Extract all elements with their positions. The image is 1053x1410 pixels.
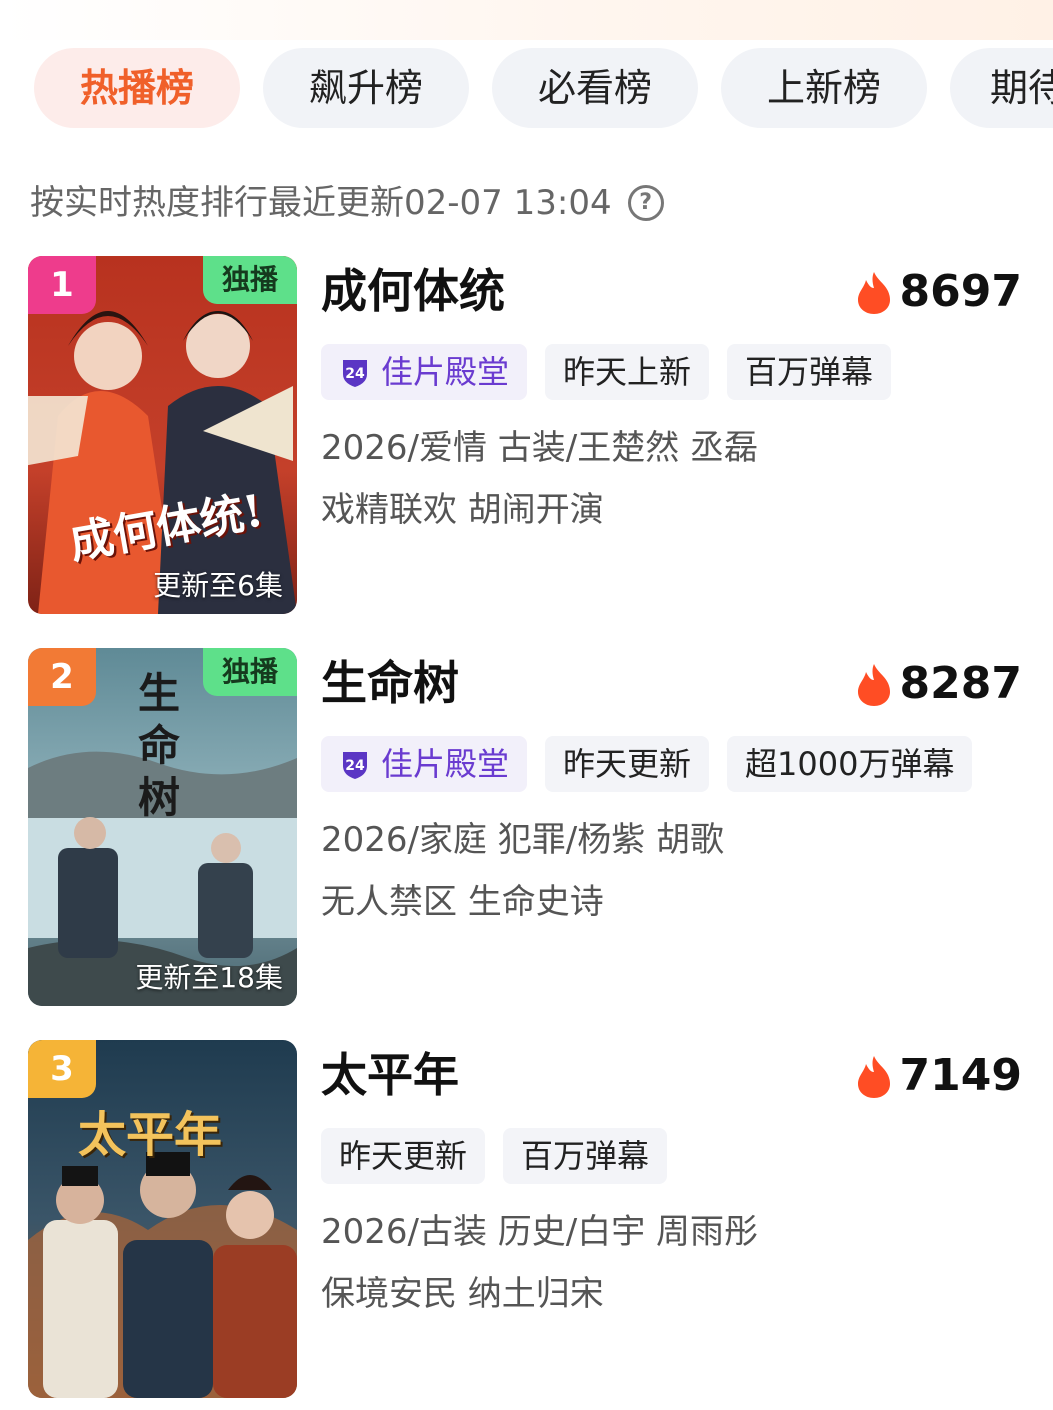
tab-anticipated[interactable]: 期待 [950, 48, 1053, 128]
tag[interactable]: 昨天上新 [545, 344, 710, 400]
poster-title-art: 生命树 [138, 669, 181, 822]
episode-update: 更新至6集 [153, 569, 283, 602]
tab-new[interactable]: 上新榜 [721, 48, 927, 128]
heat-value: 8287 [899, 658, 1022, 709]
tag[interactable]: 昨天更新 [321, 1128, 486, 1184]
flame-icon [857, 664, 890, 706]
tag-list: 24 佳片殿堂 昨天上新 百万弹幕 [321, 344, 909, 400]
rank-badge: 2 [28, 648, 96, 706]
svg-text:24: 24 [345, 366, 365, 382]
premium-shield-icon: 24 [343, 360, 367, 387]
list-item[interactable]: 3 太平年 太平年 7149 昨天更新 百万弹幕 2026/古装 历史/白宇 周… [28, 1040, 1028, 1398]
heat-score: 8697 [856, 264, 1022, 320]
exclusive-badge: 独播 [203, 648, 297, 696]
heat-value: 8697 [899, 266, 1022, 317]
tag-premium[interactable]: 24 佳片殿堂 [321, 736, 528, 792]
premium-shield-icon: 24 [343, 752, 367, 779]
show-slogan: 保境安民 纳土归宋 [321, 1274, 604, 1314]
help-icon[interactable]: ? [627, 185, 664, 221]
list-item[interactable]: 1 独播 更新至6集 成何体统! 成何体统 8697 24 佳片殿堂 昨天上新 … [28, 256, 1028, 614]
heat-score: 7149 [856, 1048, 1022, 1104]
show-title[interactable]: 太平年 [321, 1046, 459, 1104]
show-meta: 2026/古装 历史/白宇 周雨彤 [321, 1212, 759, 1252]
ranking-tabs: 热播榜 飙升榜 必看榜 上新榜 期待 [34, 48, 1053, 128]
show-slogan: 戏精联欢 胡闹开演 [321, 490, 604, 530]
poster[interactable]: 2 独播 更新至18集 生命树 [28, 648, 297, 1006]
tab-must-watch[interactable]: 必看榜 [492, 48, 698, 128]
tag-list: 24 佳片殿堂 昨天更新 超1000万弹幕 [321, 736, 990, 792]
heat-value: 7149 [899, 1050, 1022, 1101]
show-meta: 2026/家庭 犯罪/杨紫 胡歌 [321, 820, 725, 860]
tag[interactable]: 百万弹幕 [503, 1128, 668, 1184]
tag[interactable]: 百万弹幕 [727, 344, 892, 400]
poster[interactable]: 3 太平年 [28, 1040, 297, 1398]
heat-score: 8287 [856, 656, 1022, 712]
svg-text:24: 24 [345, 758, 365, 774]
show-title[interactable]: 成何体统 [321, 262, 505, 320]
rank-badge: 3 [28, 1040, 96, 1098]
exclusive-badge: 独播 [203, 256, 297, 304]
ranking-subtitle: 按实时热度排行最近更新02-07 13:04 ? [30, 180, 664, 226]
show-title[interactable]: 生命树 [321, 654, 459, 712]
poster-title-art: 太平年 [78, 1107, 223, 1163]
tag[interactable]: 昨天更新 [545, 736, 710, 792]
poster[interactable]: 1 独播 更新至6集 成何体统! [28, 256, 297, 614]
rank-badge: 1 [28, 256, 96, 314]
tab-hot[interactable]: 热播榜 [34, 48, 240, 128]
tag-premium[interactable]: 24 佳片殿堂 [321, 344, 528, 400]
episode-update: 更新至18集 [135, 961, 283, 994]
list-item[interactable]: 2 独播 更新至18集 生命树 生命树 8287 24 佳片殿堂 昨天更新 超1… [28, 648, 1028, 1006]
update-info: 按实时热度排行最近更新02-07 13:04 [30, 183, 612, 223]
top-background [0, 0, 1053, 40]
flame-icon [857, 1056, 890, 1098]
show-meta: 2026/爱情 古装/王楚然 丞磊 [321, 428, 759, 468]
tab-rising[interactable]: 飙升榜 [263, 48, 469, 128]
tag[interactable]: 超1000万弹幕 [727, 736, 973, 792]
flame-icon [857, 272, 890, 314]
tag-list: 昨天更新 百万弹幕 [321, 1128, 685, 1184]
show-slogan: 无人禁区 生命史诗 [321, 882, 604, 922]
